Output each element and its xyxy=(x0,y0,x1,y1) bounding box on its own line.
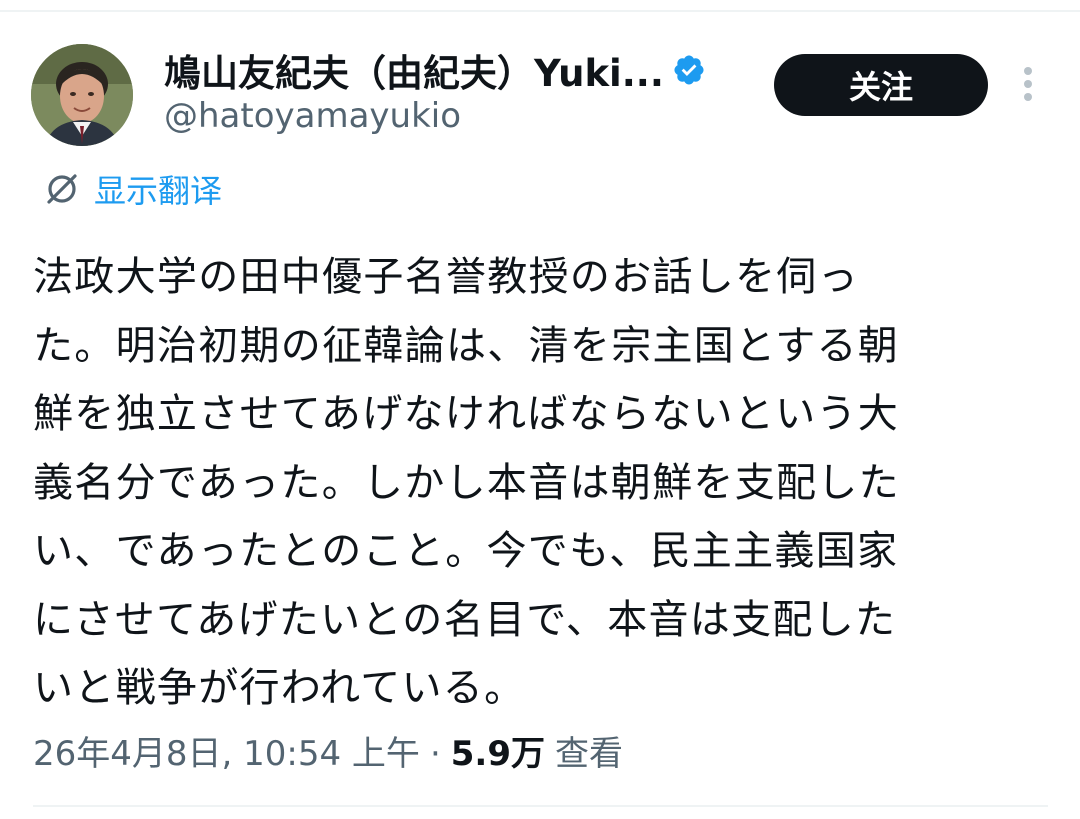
views-label: 查看 xyxy=(554,734,623,774)
tweet-text-line: 鮮を独立させてあげなければならないという大 xyxy=(33,391,900,437)
tweet-text-line: た。明治初期の征韓論は、清を宗主国とする朝 xyxy=(33,322,900,369)
meta-separator: · xyxy=(429,734,441,774)
avatar[interactable] xyxy=(31,44,133,146)
tweet-timestamp[interactable]: 26年4月8日, 10:54 上午 xyxy=(33,726,420,775)
author-name-row[interactable]: 鳩山友紀夫（由紀夫）Yuki... xyxy=(164,48,706,95)
translate-icon xyxy=(44,171,80,207)
view-count: 5.9万 xyxy=(450,734,545,774)
tweet-text-line: にさせてあげたいとの名目で、本音は支配した xyxy=(33,596,897,643)
show-translation-link[interactable]: 显示翻译 xyxy=(44,166,222,212)
verified-badge-icon[interactable] xyxy=(672,53,706,87)
author-display-name[interactable]: 鳩山友紀夫（由紀夫）Yuki... xyxy=(164,43,664,97)
more-vertical-icon[interactable] xyxy=(1016,64,1040,104)
bottom-divider xyxy=(33,805,1048,807)
top-divider xyxy=(0,10,1080,12)
follow-button[interactable]: 关注 xyxy=(774,54,988,116)
tweet-meta: 26年4月8日, 10:54 上午 · 5.9万 查看 xyxy=(33,726,623,775)
tweet-text-line: いと戦争が行われている。 xyxy=(33,665,526,711)
show-translation-label[interactable]: 显示翻译 xyxy=(94,166,222,212)
author-handle[interactable]: @hatoyamayukio xyxy=(164,96,461,136)
tweet-text-line: 法政大学の田中優子名誉教授のお話しを伺っ xyxy=(33,254,859,300)
tweet-text-line: い、であったとのこと。今でも、民主主義国家 xyxy=(33,528,899,574)
tweet-text: 法政大学の田中優子名誉教授のお話しを伺っ た。明治初期の征韓論は、清を宗主国とす… xyxy=(33,243,1048,723)
tweet-text-line: 義名分であった。しかし本音は朝鮮を支配した xyxy=(33,459,900,506)
tweet-detail: 鳩山友紀夫（由紀夫）Yuki... @hatoyamayukio 关注 显示翻译… xyxy=(0,0,1080,819)
